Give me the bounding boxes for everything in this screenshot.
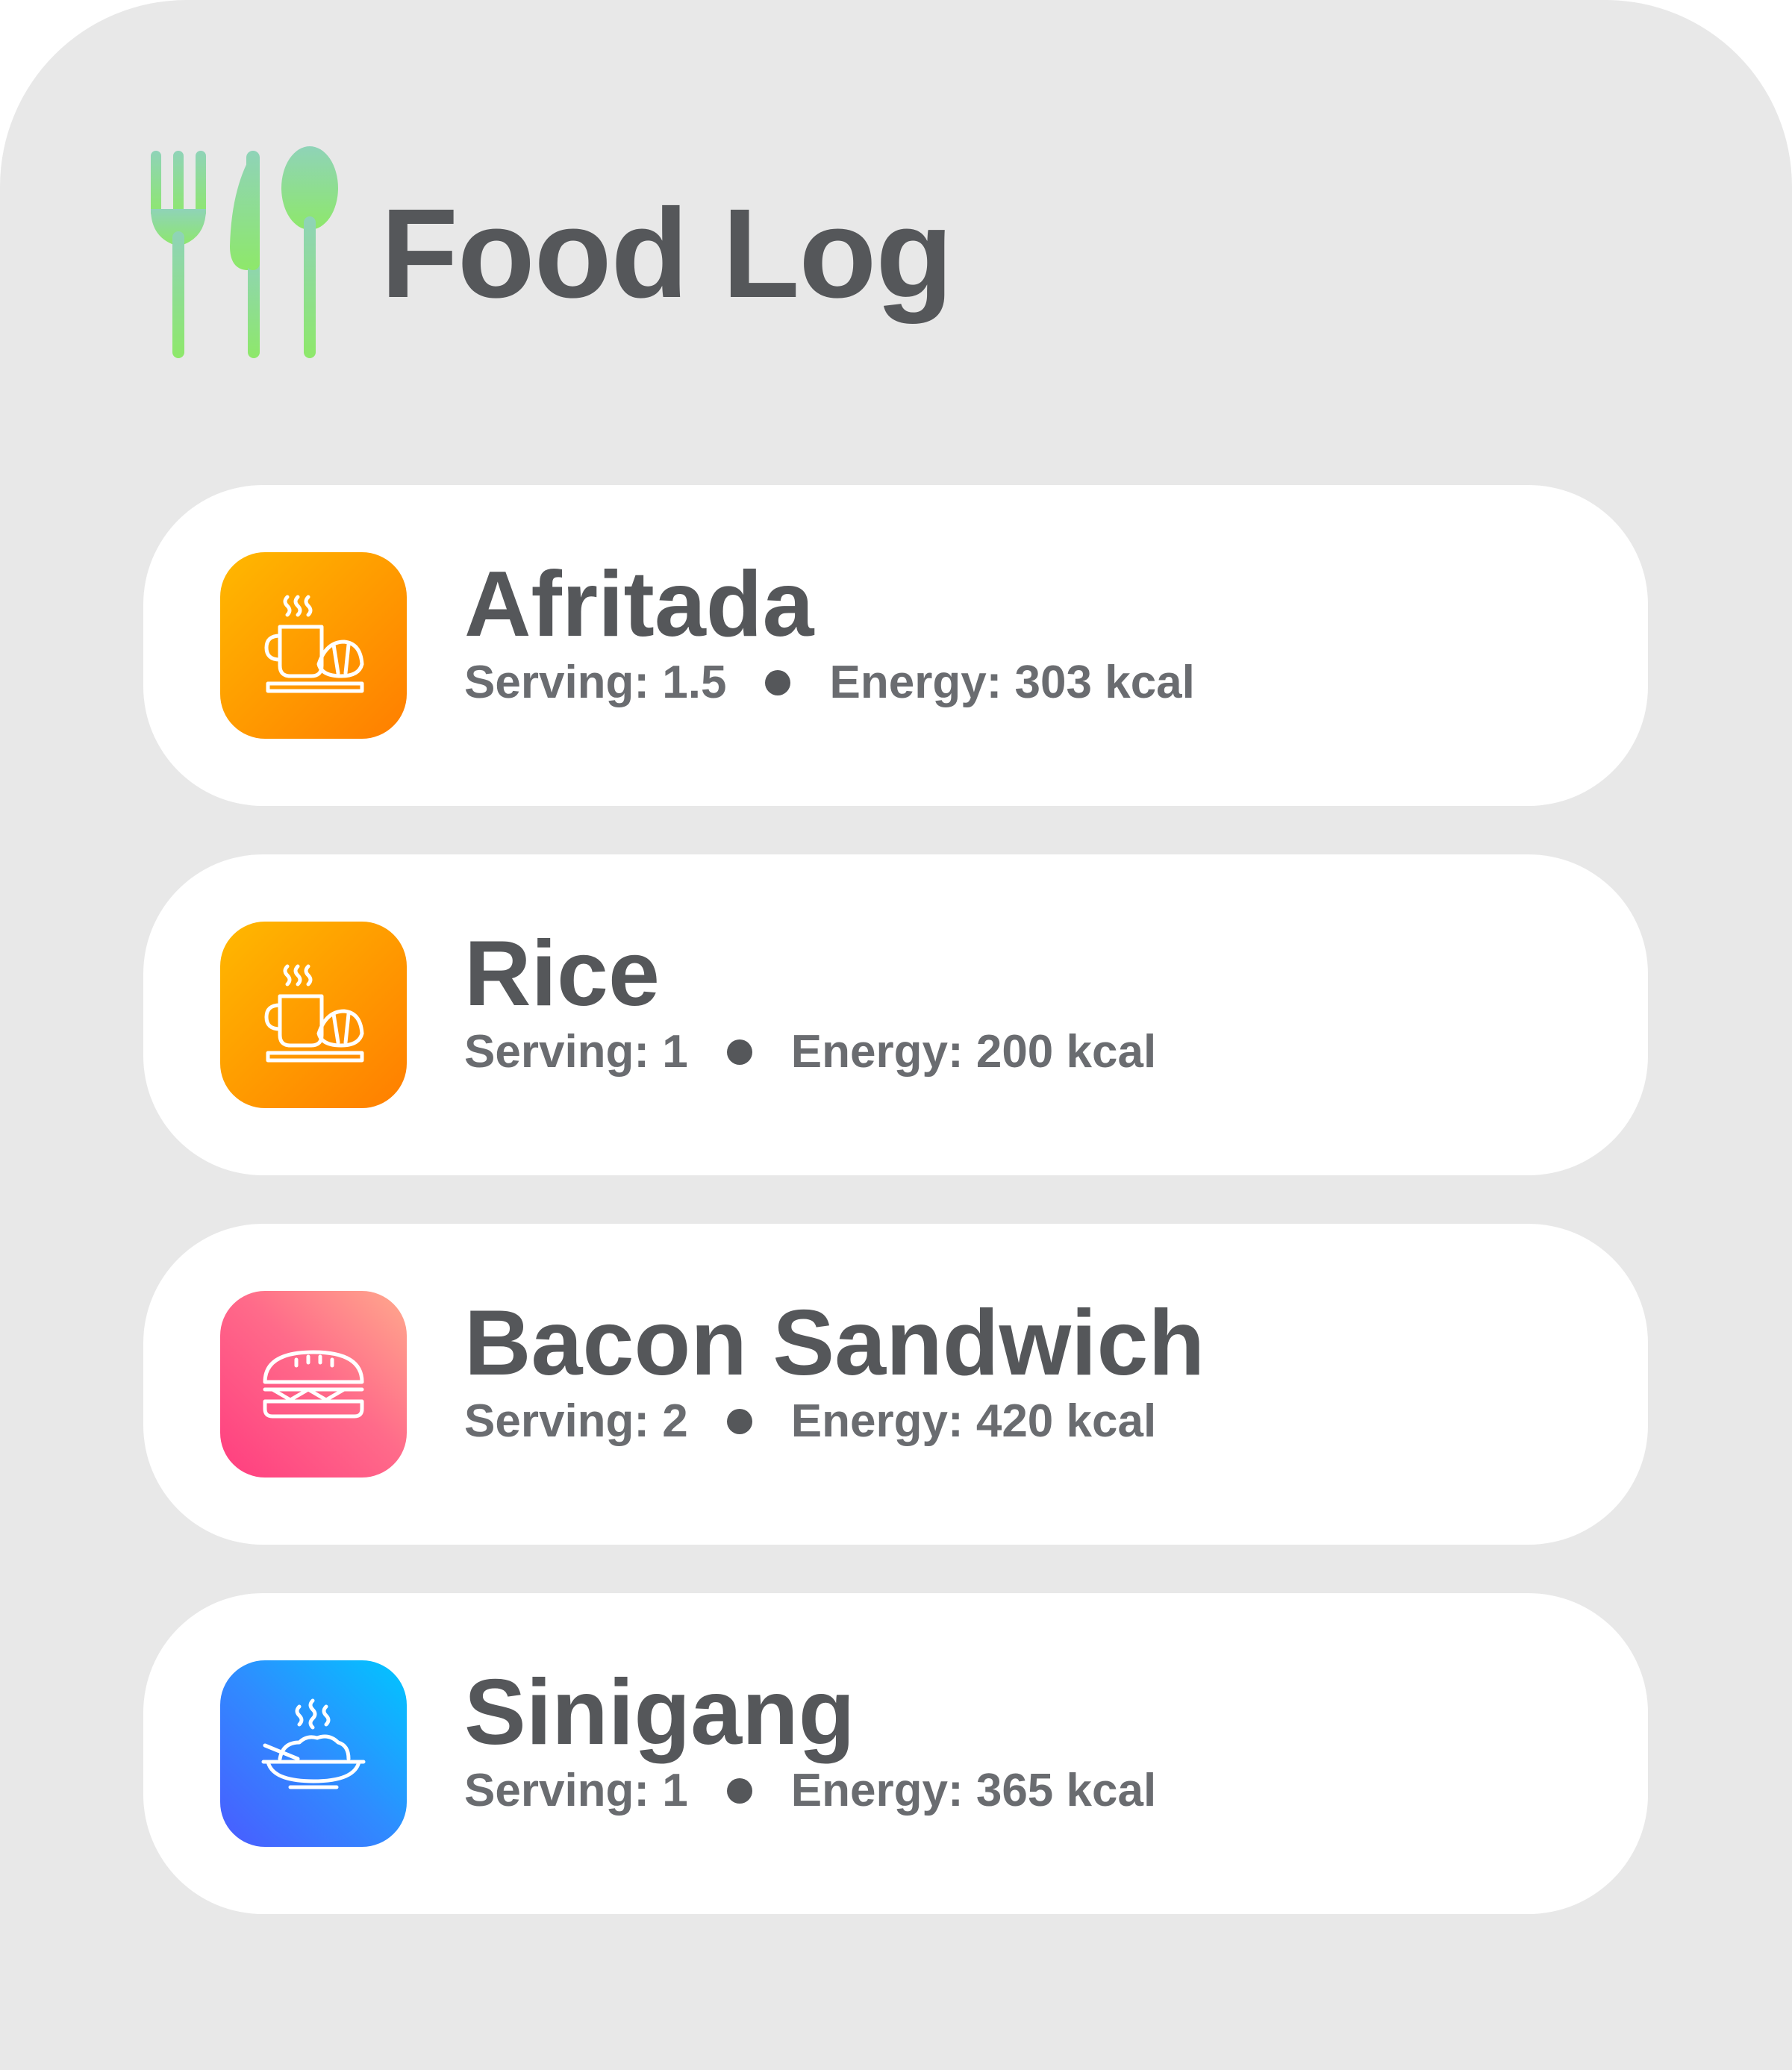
energy-value: Energy: 303 kcal [829,657,1195,708]
food-meta: Serving: 1.5 Energy: 303 kcal [464,660,1195,706]
food-meta: Serving: 1 Energy: 365 kcal [464,1768,1156,1814]
list-item[interactable]: Bacon Sandwich Serving: 2 Energy: 420 kc… [143,1224,1648,1545]
separator-dot [726,1039,752,1065]
hot-dish-icon [261,1698,366,1789]
energy-value: Energy: 200 kcal [790,1026,1157,1078]
food-meta: Serving: 1 Energy: 200 kcal [464,1029,1156,1075]
utensils-icon [151,146,338,358]
separator-dot [765,670,791,695]
serving-value: Serving: 2 [464,1395,688,1447]
energy-value: Energy: 420 kcal [790,1395,1157,1447]
sandwich-icon [263,1350,364,1419]
food-icon-tile [220,1660,407,1847]
food-entry-list: Afritada Serving: 1.5 Energy: 303 kcal R… [143,485,1648,1963]
separator-dot [726,1409,752,1434]
page-title: Food Log [381,183,953,325]
food-icon-tile [220,552,407,739]
list-item[interactable]: Sinigang Serving: 1 Energy: 365 kcal [143,1593,1648,1914]
list-item[interactable]: Afritada Serving: 1.5 Energy: 303 kcal [143,485,1648,806]
food-icon-tile [220,922,407,1108]
serving-value: Serving: 1 [464,1026,688,1078]
food-log-panel: Food Log Afritada Serving: 1.5 Energy: 3… [0,0,1792,2070]
list-item[interactable]: Rice Serving: 1 Energy: 200 kcal [143,854,1648,1175]
food-name: Sinigang [464,1661,855,1764]
food-name: Afritada [464,553,814,656]
separator-dot [726,1778,752,1804]
serving-value: Serving: 1.5 [464,657,727,708]
energy-value: Energy: 365 kcal [790,1765,1157,1816]
food-name: Bacon Sandwich [464,1292,1205,1395]
food-name: Rice [464,922,660,1025]
coffee-croissant-icon [264,595,364,693]
header: Food Log [142,142,953,366]
coffee-croissant-icon [264,964,364,1063]
serving-value: Serving: 1 [464,1765,688,1816]
food-icon-tile [220,1291,407,1478]
food-meta: Serving: 2 Energy: 420 kcal [464,1398,1156,1445]
